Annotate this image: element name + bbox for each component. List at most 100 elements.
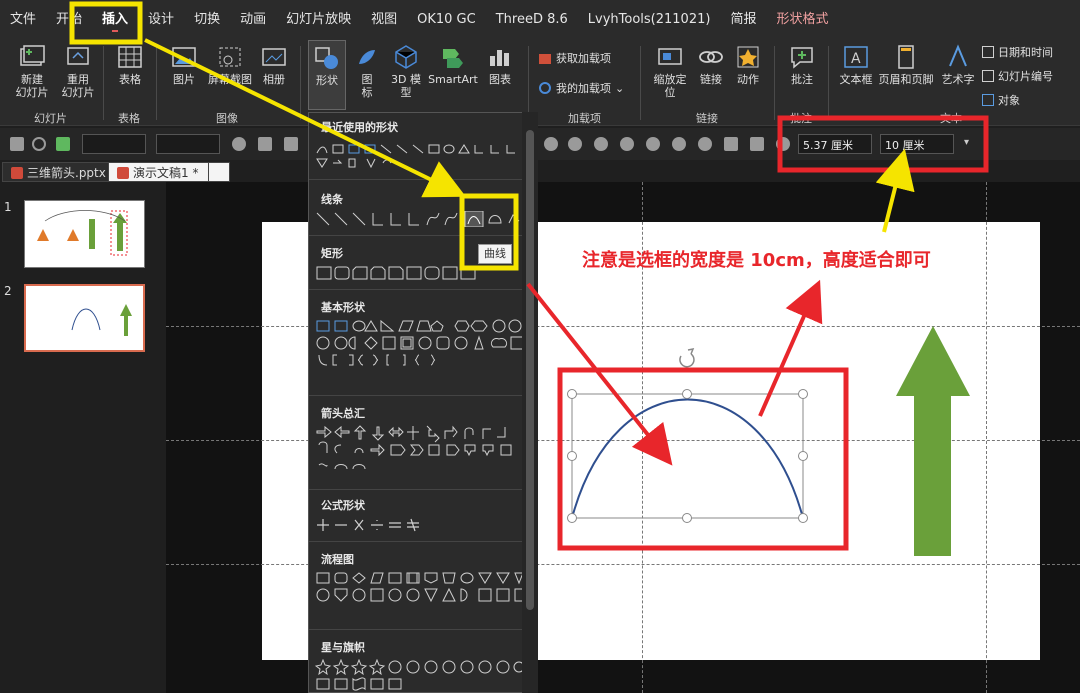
divider	[103, 46, 104, 120]
intersect-icon[interactable]	[646, 137, 660, 151]
size-field[interactable]	[156, 134, 220, 154]
object-button[interactable]: 对象	[982, 92, 1020, 108]
album-label: 相册	[263, 73, 285, 86]
get-addins-button[interactable]: 获取加载项	[538, 50, 611, 66]
header-footer-icon	[898, 45, 914, 69]
datetime-button[interactable]: 日期和时间	[982, 44, 1053, 60]
menu-lvyhtools[interactable]: LvyhTools(211021)	[578, 0, 721, 40]
thumb-number-1: 1	[4, 200, 12, 214]
slide-1-preview	[37, 210, 128, 256]
menu-insert[interactable]: 插入	[92, 0, 138, 40]
action-button[interactable]: 动作	[730, 44, 766, 86]
shape-icon[interactable]	[698, 137, 712, 151]
smartart-icon	[443, 49, 463, 68]
picture-icon	[172, 47, 196, 67]
dropdown-scrollbar[interactable]	[522, 112, 538, 693]
menu-slideshow[interactable]: 幻灯片放映	[276, 0, 361, 40]
menu-design[interactable]: 设计	[138, 0, 184, 40]
equation-shapes-row[interactable]	[315, 517, 525, 533]
icons-button[interactable]: 图 标	[350, 44, 384, 99]
menu-home[interactable]: 开始	[46, 0, 92, 40]
document-tabbar: 三维箭头.pptx 演示文稿1 * ×	[0, 160, 1080, 182]
arrange-icon[interactable]	[258, 137, 272, 151]
comment-button[interactable]: 批注	[782, 44, 822, 86]
align-icon[interactable]	[56, 137, 70, 151]
cube-icon	[395, 45, 417, 69]
link-button[interactable]: 链接	[694, 44, 728, 86]
slide-number-button[interactable]: 幻灯片编号	[982, 68, 1053, 84]
menu-shape-format[interactable]: 形状格式	[766, 0, 838, 40]
header-footer-button[interactable]: 页眉和页脚	[876, 44, 936, 86]
table-icon	[118, 46, 142, 68]
section-rectangles: 矩形	[321, 247, 343, 260]
tab-3d-arrow[interactable]: 三维箭头.pptx	[2, 162, 115, 182]
new-slide-icon	[20, 45, 45, 66]
menu-threed[interactable]: ThreeD 8.6	[486, 0, 578, 40]
section-lines: 线条	[321, 193, 343, 206]
slide-thumbnail-2[interactable]	[24, 284, 145, 352]
menu-file[interactable]: 文件	[0, 0, 46, 40]
screenshot-button[interactable]: 屏幕截图	[204, 44, 256, 86]
basic-shapes-grid[interactable]	[315, 319, 525, 389]
textbox-button[interactable]: A 文本框	[836, 44, 876, 86]
flowchart-grid[interactable]	[315, 571, 525, 605]
rectangles-row[interactable]	[315, 265, 525, 281]
zoom-button[interactable]: 缩放定 位	[648, 44, 692, 99]
section-basic-shapes: 基本形状	[321, 301, 365, 314]
menu-ok10[interactable]: OK10 GC	[407, 0, 486, 40]
scroll-thumb[interactable]	[526, 130, 534, 610]
fragment-icon[interactable]	[620, 137, 634, 151]
reuse-slide-button[interactable]: 重用 幻灯片	[58, 44, 98, 99]
arrows-grid[interactable]	[315, 425, 525, 477]
chevron-down-icon[interactable]: ▾	[964, 137, 978, 151]
addins-icon	[539, 82, 551, 94]
new-tab-button[interactable]	[208, 162, 230, 182]
smartart-button[interactable]: SmartArt	[428, 44, 478, 86]
shape-width-field[interactable]: 10 厘米	[880, 134, 954, 154]
wordart-button[interactable]: 艺术字	[938, 44, 978, 86]
font-field[interactable]	[82, 134, 146, 154]
redo-icon[interactable]	[32, 137, 46, 151]
edit-shape-icon[interactable]	[724, 137, 738, 151]
ribbon: 新建 幻灯片 重用 幻灯片 表格 图片 屏幕截图 相册 形状 图 标 3D 模 …	[0, 40, 1080, 126]
section-arrows: 箭头总汇	[321, 407, 365, 420]
star-icon	[737, 46, 759, 68]
divider	[528, 46, 529, 120]
new-slide-label: 新建 幻灯片	[15, 73, 49, 99]
section-recent-shapes: 最近使用的形状	[321, 121, 398, 134]
divider	[828, 46, 829, 120]
chart-button[interactable]: 图表	[482, 44, 518, 86]
merge-icon[interactable]	[544, 137, 558, 151]
picture-button[interactable]: 图片	[164, 44, 204, 86]
square-icon[interactable]	[10, 137, 24, 151]
reuse-slide-icon	[67, 47, 89, 65]
recent-shapes-row[interactable]	[315, 141, 525, 171]
subtract-icon[interactable]	[672, 137, 686, 151]
table-button[interactable]: 表格	[110, 44, 150, 86]
shapes-button[interactable]: 形状	[308, 40, 346, 110]
rotate-icon[interactable]	[776, 137, 790, 151]
group-icon[interactable]	[284, 137, 298, 151]
new-slide-button[interactable]: 新建 幻灯片	[8, 44, 56, 99]
album-button[interactable]: 相册	[256, 44, 292, 86]
smartart-label: SmartArt	[428, 73, 478, 86]
action-label: 动作	[737, 73, 759, 86]
shape-height-field[interactable]: 5.37 厘米	[798, 134, 872, 154]
menu-view[interactable]: 视图	[361, 0, 407, 40]
guide-line-vertical	[986, 182, 987, 693]
my-addins-button[interactable]: 我的加载项 ⌄	[538, 80, 624, 96]
combine-icon[interactable]	[594, 137, 608, 151]
menu-transitions[interactable]: 切换	[184, 0, 230, 40]
crop-icon[interactable]	[750, 137, 764, 151]
union-icon[interactable]	[568, 137, 582, 151]
stars-grid[interactable]	[315, 659, 525, 691]
object-label: 对象	[998, 94, 1020, 107]
lines-row[interactable]	[315, 211, 525, 227]
menu-animations[interactable]: 动画	[230, 0, 276, 40]
divider	[300, 46, 301, 120]
group-label-images: 图像	[216, 112, 238, 125]
menu-briefing[interactable]: 简报	[720, 0, 766, 40]
3d-model-button[interactable]: 3D 模 型	[386, 44, 426, 99]
slide-thumbnail-1[interactable]	[24, 200, 145, 268]
gear-icon[interactable]	[232, 137, 246, 151]
